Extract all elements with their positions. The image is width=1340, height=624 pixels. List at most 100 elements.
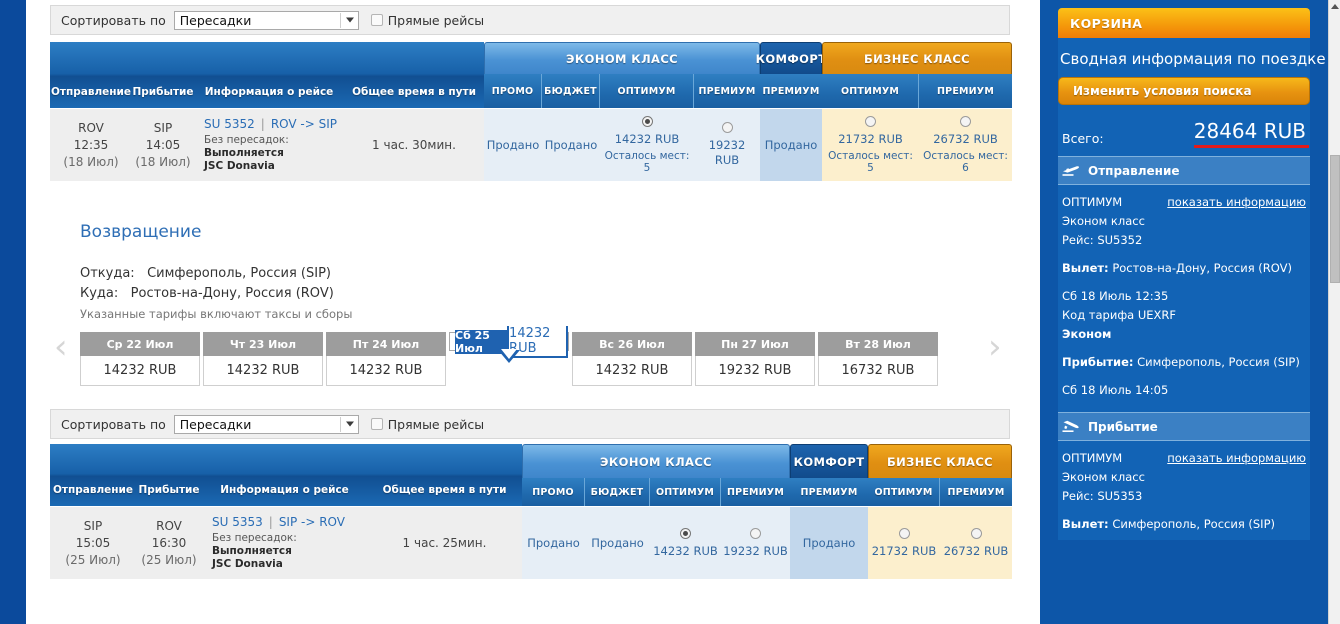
col-arrival: Прибытие [138,484,200,496]
subcol-eco-premium: ПРЕМИУМ [694,74,760,108]
airplane-takeoff-icon [1062,166,1080,176]
group-comfort: КОМФОРТ ПРЕМИУМ [756,42,826,108]
fare-biz-optimum[interactable]: 21732 RUB Осталось мест: 5 [822,109,919,181]
cart-arr-label: Прибытие: [1062,355,1134,369]
subcol-biz-premium: ПРЕМИУМ [940,478,1012,506]
fare-seats: Осталось мест: 6 [923,150,1008,174]
cart-flight-label: Рейс: SU5352 [1062,233,1143,247]
route-to-label: Куда: [80,286,119,301]
fare-radio-selected[interactable] [680,527,691,539]
cart-total-row: Всего: 28464 RUB [1058,105,1310,150]
cart-flight-label: Рейс: SU5353 [1062,489,1143,503]
date-selector-strip: Ср 22 Июл 14232 RUB Чт 23 Июл 14232 RUB … [80,325,941,386]
cart-section-title: Отправление [1088,163,1180,178]
scroll-up-arrow-icon[interactable] [1331,4,1339,9]
return-route-info: Откуда: Симферополь, Россия (SIP) Куда: … [80,264,352,324]
route-from-value: Симферополь, Россия (SIP) [147,266,331,281]
fare-cells-outbound: Продано Продано 14232 RUB Осталось мест:… [484,109,1012,181]
duration-value: 1 час. 25мин. [402,535,487,550]
col-departure: Отправление [50,86,132,98]
operated-text: Выполняется [212,545,292,557]
fare-biz-premium[interactable]: 26732 RUB Осталось мест: 6 [919,109,1012,181]
fare-radio[interactable] [898,527,910,539]
group-comfort: КОМФОРТ ПРЕМИУМ [790,444,868,506]
date-tab-4[interactable]: Вс 26 Июл 14232 RUB [572,332,692,386]
scrollbar-thumb[interactable] [1330,155,1340,283]
fare-eco-optimum[interactable]: 14232 RUB [650,507,721,579]
direct-flights-checkbox[interactable] [370,14,383,26]
col-flight-info: Информация о рейсе [220,484,349,496]
fare-radio[interactable] [960,116,971,127]
fare-eco-budget: Продано [542,109,600,181]
fare-seats: Осталось мест: 5 [604,150,690,174]
date-tab-price: 14232 RUB [572,356,692,386]
fare-biz-optimum[interactable]: 21732 RUB [868,507,940,579]
left-header-group: Отправление Прибытие Информация о рейсе … [50,42,484,108]
divider: | [260,117,265,131]
group-comfort-subheaders: ПРЕМИУМ [790,478,868,506]
date-tab-2[interactable]: Пт 24 Июл 14232 RUB [326,332,446,386]
table-header-row: Отправление Прибытие Информация о рейсе … [50,444,1012,506]
cart-departure-line: Вылет: Ростов-на-Дону, Россия (ROV) [1062,259,1306,278]
cart-fare-name: ОПТИМУМ [1062,195,1123,209]
direct-flights-checkbox-wrap-return[interactable]: Прямые рейсы [370,417,484,432]
cart-arr-datetime: Сб 18 Июль 14:05 [1062,383,1169,397]
duration-value: 1 час. 30мин. [372,137,456,152]
fare-radio-selected[interactable] [641,116,653,127]
date-tab-0[interactable]: Ср 22 Июл 14232 RUB [80,332,200,386]
fare-radio[interactable] [750,527,761,539]
outbound-flight-table: Отправление Прибытие Информация о рейсе … [50,42,1012,181]
date-tab-6[interactable]: Вт 28 Июл 16732 RUB [818,332,938,386]
cart-header: КОРЗИНА [1058,8,1310,38]
date-tab-price: 14232 RUB [326,356,446,386]
show-info-link-departure[interactable]: показать информацию [1167,193,1306,212]
fare-radio[interactable] [721,122,733,133]
next-dates-arrow-icon[interactable]: › [988,330,1002,364]
fare-eco-promo: Продано [484,109,542,181]
fare-eco-premium[interactable]: 19232 RUB [721,507,790,579]
fare-eco-optimum[interactable]: 14232 RUB Осталось мест: 5 [600,109,694,181]
fare-eco-premium[interactable]: 19232 RUB [694,109,760,181]
arr-time: 16:30 [151,535,187,550]
date-tab-5[interactable]: Пн 27 Июл 19232 RUB [695,332,815,386]
cell-flight-info: SU 5353 | SIP -> ROV Без пересадок: Выполн… [202,507,367,579]
cart-dep-value: Симферополь, Россия (SIP) [1112,517,1275,531]
fare-comfort-premium: Продано [790,507,868,579]
date-tab-3-selected[interactable]: Сб 25 Июл 14232 RUB [449,325,569,363]
browser-scrollbar[interactable] [1328,0,1340,624]
flight-summary-cells: SIP 15:05 (25 Июл) ROV 16:30 (25 Июл) SU… [50,507,522,579]
dep-code: ROV [78,120,104,135]
selected-date-caret-icon [498,349,520,363]
show-info-link-arrival[interactable]: показать информацию [1167,449,1306,468]
col-arrival: Прибытие [132,86,194,98]
flight-number-line[interactable]: SU 5353 | SIP -> ROV [212,515,345,529]
sort-bar-outbound: Сортировать по Пересадки Прямые рейсы [50,5,1010,35]
cart-class-name: Эконом класс [1062,470,1145,484]
sort-select-return[interactable]: Пересадки [173,414,359,434]
direct-flights-checkbox[interactable] [370,418,383,430]
date-tab-1[interactable]: Чт 23 Июл 14232 RUB [203,332,323,386]
group-economy-title: ЭКОНОМ КЛАСС [522,444,790,478]
fare-price: 21732 RUB [838,132,903,146]
date-tab-price: 14232 RUB [80,356,200,386]
fare-radio[interactable] [970,527,982,539]
fare-status: Продано [486,138,540,152]
cart-panel: КОРЗИНА Сводная информация по поездке Из… [1040,0,1328,624]
direct-flights-checkbox-wrap-outbound[interactable]: Прямые рейсы [370,13,484,28]
change-search-button[interactable]: Изменить условия поиска [1058,77,1310,105]
prev-dates-arrow-icon[interactable]: ‹ [54,330,68,364]
route-from-label: Откуда: [80,266,135,281]
flight-number-line[interactable]: SU 5352 | ROV -> SIP [204,117,337,131]
sort-select-outbound[interactable]: Пересадки [173,10,359,30]
return-flight-table: Отправление Прибытие Информация о рейсе … [50,444,1012,579]
fare-radio[interactable] [865,116,876,127]
cart-dep-datetime: Сб 18 Июль 12:35 [1062,289,1169,303]
fare-biz-premium[interactable]: 26732 RUB [940,507,1012,579]
group-business-subheaders: ОПТИМУМ ПРЕМИУМ [868,478,1012,506]
fare-status: Продано [544,138,598,152]
fare-status: Продано [764,138,818,152]
fare-status: Продано [591,536,644,550]
flight-route: SIP -> ROV [278,515,345,529]
